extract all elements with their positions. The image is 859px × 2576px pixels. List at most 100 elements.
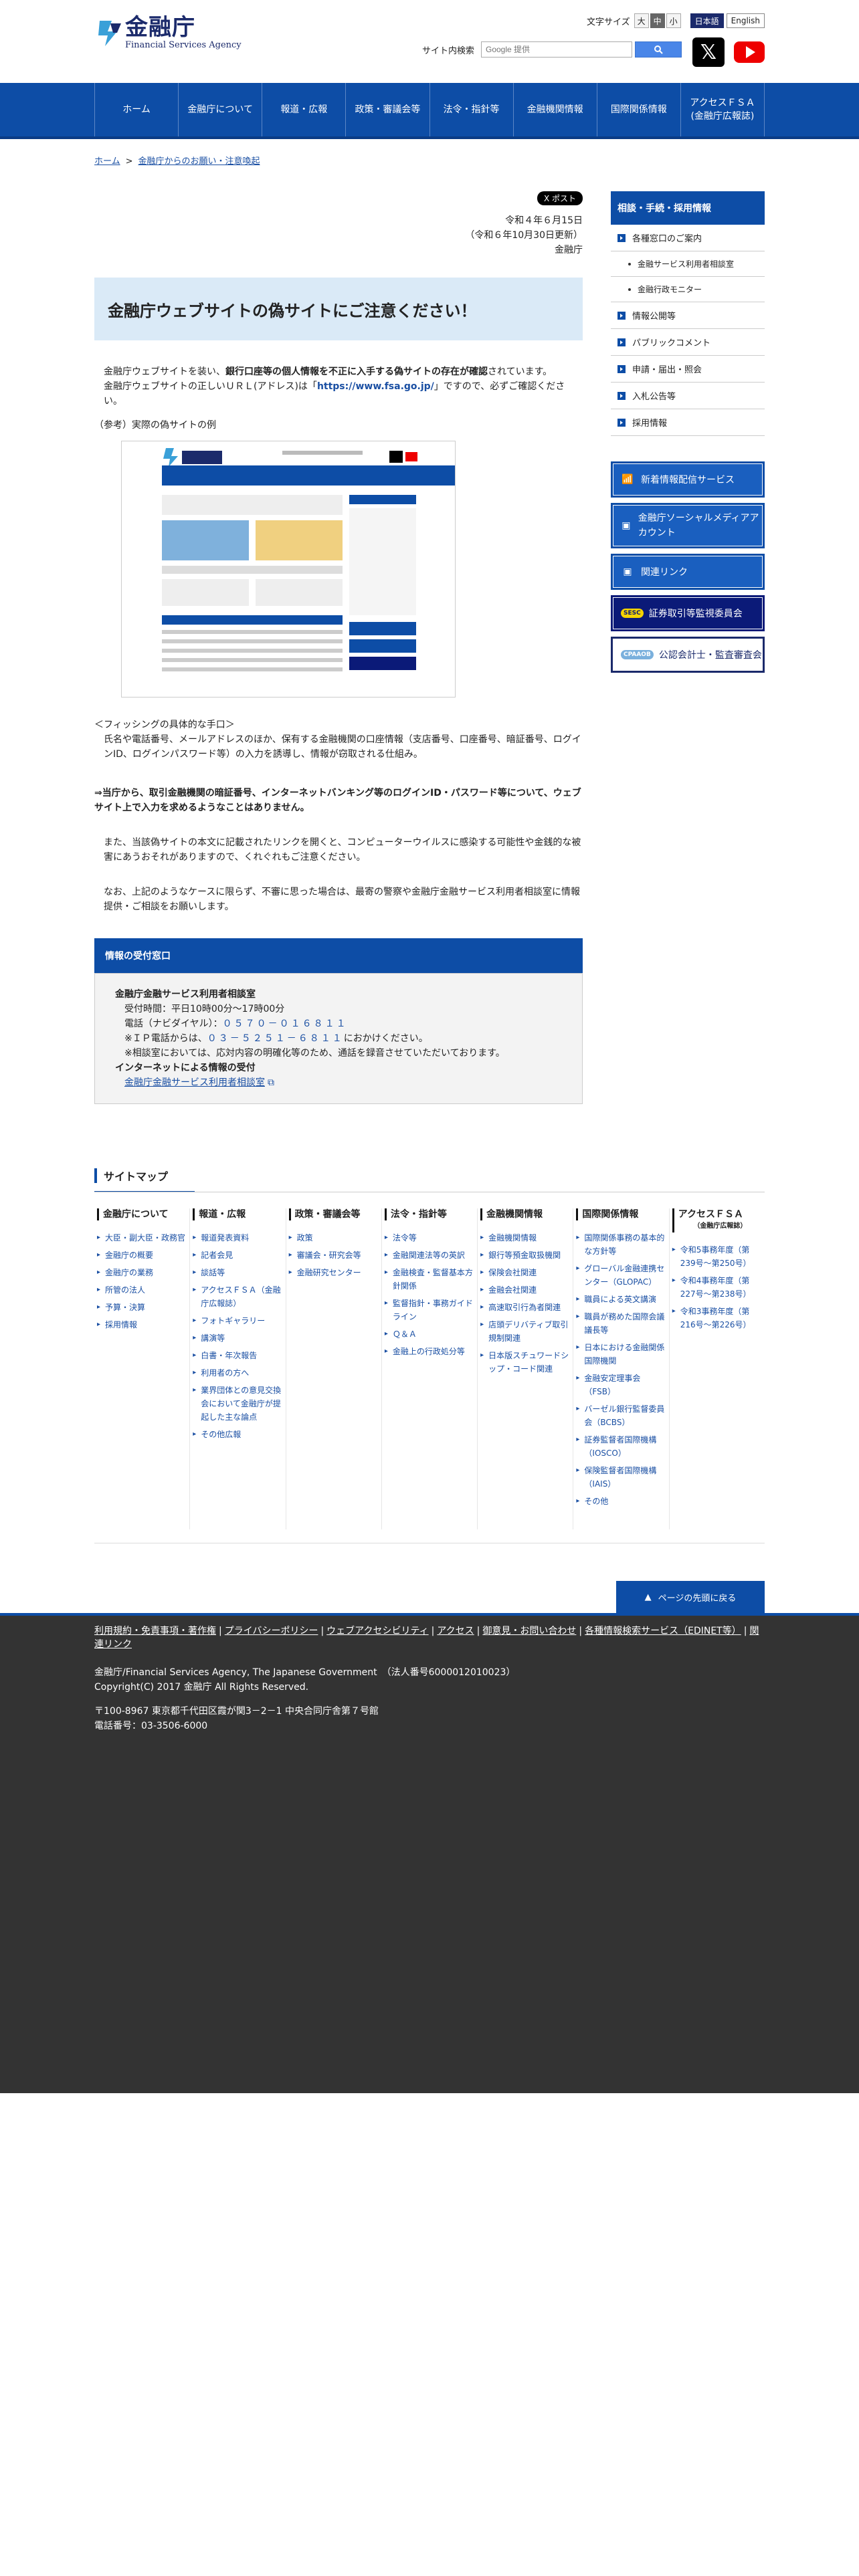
sitemap-link[interactable]: グローバル金融連携センター（GLOPAC）	[576, 1262, 666, 1289]
footer-link[interactable]: 御意見・お問い合わせ	[482, 1626, 576, 1636]
sitemap-link[interactable]: 金融関連法等の英訳	[385, 1249, 474, 1262]
sitemap-link[interactable]: 利用者の方へ	[193, 1366, 282, 1380]
sitemap-link[interactable]: 職員が務めた国際会議議長等	[576, 1310, 666, 1337]
nav-home[interactable]: ホーム	[95, 83, 179, 136]
sitemap-link[interactable]: 白書・年次報告	[193, 1349, 282, 1362]
sitemap-link[interactable]: 金融研究センター	[289, 1266, 379, 1279]
footer-link[interactable]: ウェブアクセシビリティ	[326, 1626, 428, 1636]
sitemap-link[interactable]: 記者会見	[193, 1249, 282, 1262]
sidebar-item-disclosure[interactable]: 情報公開等	[611, 302, 765, 329]
sitemap-column-heading[interactable]: 報道・広報	[193, 1208, 282, 1220]
sitemap-link[interactable]: 大臣・副大臣・政務官	[97, 1231, 187, 1245]
sitemap-link[interactable]: 保険会社関連	[480, 1266, 570, 1279]
sitemap-link[interactable]: 令和3事務年度（第216号～第226号）	[672, 1305, 762, 1331]
x-twitter-icon[interactable]: 𝕏	[692, 37, 725, 67]
sitemap-link[interactable]: 所管の法人	[97, 1283, 187, 1297]
sitemap-link[interactable]: 令和4事務年度（第227号～第238号）	[672, 1274, 762, 1301]
sitemap-link[interactable]: 政策	[289, 1231, 379, 1245]
sitemap-link[interactable]: アクセスＦＳＡ（金融庁広報誌）	[193, 1283, 282, 1310]
sitemap-column-heading[interactable]: 法令・指針等	[384, 1208, 474, 1220]
sitemap-link[interactable]: 金融会社関連	[480, 1283, 570, 1297]
sitemap-link[interactable]: 金融検査・監督基本方針関係	[385, 1266, 474, 1293]
sitemap-link[interactable]: 審議会・研究会等	[289, 1249, 379, 1262]
nav-international[interactable]: 国際関係情報	[597, 83, 681, 136]
sitemap-link[interactable]: 談話等	[193, 1266, 282, 1279]
official-url-link[interactable]: https://www.fsa.go.jp/	[317, 381, 434, 392]
sitemap-column-heading[interactable]: 金融機関情報	[480, 1208, 570, 1220]
related-links-button[interactable]: ▣ 関連リンク	[611, 554, 765, 590]
sitemap-link[interactable]: 金融上の行政処分等	[385, 1345, 474, 1358]
nav-press[interactable]: 報道・広報	[262, 83, 347, 136]
footer-link[interactable]: アクセス	[437, 1626, 474, 1636]
sidebar-item-monitor[interactable]: 金融行政モニター	[611, 277, 765, 302]
nav-policy[interactable]: 政策・審議会等	[346, 83, 430, 136]
sitemap-link[interactable]: 報道発表資料	[193, 1231, 282, 1245]
fsa-logo[interactable]: 金融庁 Financial Services Agency	[94, 15, 242, 50]
lang-japanese-button[interactable]: 日本語	[690, 13, 724, 28]
font-size-small-button[interactable]: 小	[666, 13, 681, 28]
sitemap-link[interactable]: 講演等	[193, 1331, 282, 1345]
search-button[interactable]	[635, 41, 682, 58]
font-size-medium-button[interactable]: 中	[650, 13, 665, 28]
sitemap-link[interactable]: Ｑ＆Ａ	[385, 1327, 474, 1341]
sidebar-item-public-comment[interactable]: パブリックコメント	[611, 329, 765, 356]
breadcrumb-current[interactable]: 金融庁からのお願い・注意喚起	[138, 156, 260, 167]
lang-english-button[interactable]: English	[726, 13, 765, 28]
sitemap-link[interactable]: 高速取引行為者関連	[480, 1301, 570, 1314]
sitemap-link[interactable]: 証券監督者国際機構（IOSCO）	[576, 1433, 666, 1460]
arrow-icon	[617, 233, 626, 242]
sitemap-link[interactable]: 法令等	[385, 1231, 474, 1245]
navi-dial-tel[interactable]: ０５７０－０１６８１１	[223, 1018, 348, 1029]
sidebar-item-recruit[interactable]: 採用情報	[611, 409, 765, 436]
footer-link[interactable]: プライバシーポリシー	[225, 1626, 318, 1636]
contact-box: 金融庁金融サービス利用者相談室 受付時間：平日10時00分～17時00分 電話（…	[94, 973, 583, 1104]
social-media-button[interactable]: ▣ 金融庁ソーシャルメディアアカウント	[611, 503, 765, 548]
page-top-button[interactable]: ▲ ページの先頭に戻る	[616, 1581, 765, 1613]
sitemap-link[interactable]: 保険監督者国際機構（IAIS）	[576, 1464, 666, 1491]
contact-heading: 情報の受付窓口	[94, 938, 583, 973]
cpaaob-button[interactable]: CPAAOB 公認会計士・監査審査会	[611, 637, 765, 673]
sitemap-link[interactable]: 金融庁の業務	[97, 1266, 187, 1279]
nav-laws[interactable]: 法令・指針等	[430, 83, 514, 136]
sesc-button[interactable]: SESC 証券取引等監視委員会	[611, 595, 765, 631]
sidebar-item-applications[interactable]: 申請・届出・照会	[611, 356, 765, 383]
sitemap-link[interactable]: 国際関係事務の基本的な方針等	[576, 1231, 666, 1258]
sitemap-link[interactable]: 金融庁の概要	[97, 1249, 187, 1262]
sitemap-link[interactable]: 採用情報	[97, 1318, 187, 1331]
footer-link[interactable]: 利用規約・免責事項・著作権	[94, 1626, 216, 1636]
sitemap-link[interactable]: 日本版スチュワードシップ・コード関連	[480, 1349, 570, 1376]
sitemap-column-heading[interactable]: 国際関係情報	[576, 1208, 666, 1220]
breadcrumb-home[interactable]: ホーム	[94, 156, 120, 167]
sitemap-link[interactable]: バーゼル銀行監督委員会（BCBS）	[576, 1402, 666, 1429]
sitemap-link[interactable]: 業界団体との意見交換会において金融庁が提起した主な論点	[193, 1384, 282, 1424]
sitemap-column-heading[interactable]: アクセスＦＳＡ （金融庁広報誌）	[672, 1208, 762, 1232]
sitemap-link[interactable]: 職員による英文講演	[576, 1293, 666, 1306]
sitemap-column-heading[interactable]: 政策・審議会等	[288, 1208, 379, 1220]
sitemap-link[interactable]: 日本における金融関係国際機関	[576, 1341, 666, 1368]
nav-about[interactable]: 金融庁について	[179, 83, 263, 136]
sitemap-link[interactable]: 予算・決算	[97, 1301, 187, 1314]
font-size-large-button[interactable]: 大	[634, 13, 649, 28]
consult-web-link[interactable]: 金融庁金融サービス利用者相談室	[124, 1077, 265, 1088]
sitemap-link[interactable]: 令和5事務年度（第239号～第250号）	[672, 1243, 762, 1270]
footer-link[interactable]: 各種情報検索サービス（EDINET等）	[585, 1626, 741, 1636]
sidebar-item-bids[interactable]: 入札公告等	[611, 383, 765, 409]
youtube-icon[interactable]	[734, 41, 765, 63]
x-post-button[interactable]: X ポスト	[537, 191, 583, 205]
nav-access-fsa[interactable]: アクセスＦＳＡ (金融庁広報誌)	[681, 83, 765, 136]
sidebar-item-consult-office[interactable]: 金融サービス利用者相談室	[611, 251, 765, 277]
sitemap-link[interactable]: 金融安定理事会（FSB）	[576, 1372, 666, 1398]
sitemap-link[interactable]: 金融機関情報	[480, 1231, 570, 1245]
sitemap-link[interactable]: 監督指針・事務ガイドライン	[385, 1297, 474, 1323]
search-input[interactable]	[481, 41, 632, 58]
ip-phone-tel[interactable]: ０３－５２５１－６８１１	[207, 1033, 344, 1044]
nav-institutions[interactable]: 金融機関情報	[514, 83, 597, 136]
sitemap-column-heading[interactable]: 金融庁について	[97, 1208, 187, 1220]
sidebar-item-contacts[interactable]: 各種窓口のご案内	[611, 225, 765, 251]
sitemap-link[interactable]: その他	[576, 1495, 666, 1508]
sitemap-link[interactable]: フォトギャラリー	[193, 1314, 282, 1327]
sitemap-link[interactable]: 店頭デリバティブ取引規制関連	[480, 1318, 570, 1345]
sitemap-link[interactable]: 銀行等預金取扱機関	[480, 1249, 570, 1262]
mail-service-button[interactable]: 📶 新着情報配信サービス	[611, 461, 765, 498]
sitemap-link[interactable]: その他広報	[193, 1428, 282, 1441]
